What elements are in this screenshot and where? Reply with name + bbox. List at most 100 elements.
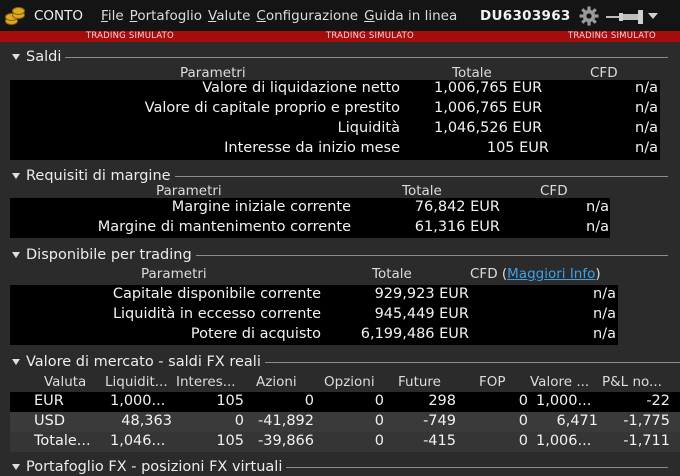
section-disponibile[interactable]: Disponibile per trading	[0, 246, 680, 264]
gear-icon[interactable]	[579, 6, 599, 26]
cell-valuta: USD	[34, 413, 65, 429]
section-title: Disponibile per trading	[26, 247, 192, 263]
cell-liquidita: 1,046...	[110, 433, 166, 449]
col-header-liquidita[interactable]: Liquidit...	[105, 374, 168, 390]
col-header-cfd[interactable]: CFD	[590, 65, 618, 81]
cell-pnl: -1,775	[623, 413, 670, 429]
menu-bar: File Portafoglio Valute Configurazione G…	[101, 8, 463, 24]
menu-configurazione[interactable]: Configurazione	[256, 8, 358, 24]
row-label: Valore di capitale proprio e prestito	[144, 100, 400, 116]
cell-pnl: -1,711	[623, 433, 670, 449]
simulated-trading-bar: TRADING SIMULATO TRADING SIMULATO TRADIN…	[0, 31, 680, 42]
row-label: Potere di acquisto	[190, 326, 321, 342]
row-cfd: n/a	[593, 286, 616, 302]
cell-interessi: 105	[216, 393, 244, 409]
app-title: CONTO	[34, 7, 84, 24]
row-label: Margine di mantenimento corrente	[97, 219, 351, 235]
menu-valute[interactable]: Valute	[208, 8, 250, 24]
row-total: 1,046,526 EUR	[434, 120, 543, 136]
row-total: 105 EUR	[486, 140, 549, 156]
col-header-parametri[interactable]: Parametri	[141, 266, 207, 282]
menu-portafoglio[interactable]: Portafoglio	[130, 8, 202, 24]
collapse-triangle-icon[interactable]	[12, 173, 20, 179]
divider	[286, 466, 668, 468]
cell-interessi: 105	[216, 433, 244, 449]
row-label: Margine iniziale corrente	[171, 199, 351, 215]
collapse-triangle-icon[interactable]	[12, 359, 20, 365]
section-fx[interactable]: Portafoglio FX - posizioni FX virtuali	[0, 458, 680, 476]
row-cfd: n/a	[586, 199, 609, 215]
row-label: Capitale disponibile corrente	[112, 286, 321, 302]
section-title: Saldi	[26, 49, 62, 65]
row-total: 945,449 EUR	[374, 306, 469, 322]
cell-fop: 0	[518, 393, 528, 409]
cell-opzioni: 0	[374, 393, 384, 409]
col-header-totale[interactable]: Totale	[372, 266, 412, 282]
row-label: Interesse da inizio mese	[224, 140, 400, 156]
col-header-parametri[interactable]: Parametri	[156, 183, 222, 199]
col-header-fop[interactable]: FOP	[479, 374, 506, 390]
col-header-totale[interactable]: Totale	[452, 65, 492, 81]
chevron-down-icon[interactable]	[648, 13, 658, 19]
cell-fop: 0	[518, 433, 528, 449]
col-header-interessi[interactable]: Interes...	[176, 374, 236, 390]
cell-azioni: -41,892	[258, 413, 314, 429]
pin-icon[interactable]	[606, 9, 650, 25]
row-cfd: n/a	[593, 326, 616, 342]
col-header-valuta[interactable]: Valuta	[44, 374, 86, 390]
col-header-cfd[interactable]: CFD	[540, 183, 568, 199]
row-total: 61,316 EUR	[414, 219, 500, 235]
col-header-pnl[interactable]: P&L no...	[602, 374, 662, 390]
row-cfd: n/a	[586, 219, 609, 235]
cell-valore: 6,471	[556, 413, 598, 429]
row-label: Liquidità	[337, 120, 400, 136]
col-header-azioni[interactable]: Azioni	[256, 374, 297, 390]
menu-file[interactable]: File	[101, 8, 124, 24]
row-label: Valore di liquidazione netto	[202, 80, 400, 96]
section-margine[interactable]: Requisiti di margine	[0, 167, 680, 185]
cell-valuta: EUR	[34, 393, 64, 409]
cell-opzioni: 0	[374, 433, 384, 449]
section-mercato[interactable]: Valore di mercato - saldi FX reali	[0, 353, 680, 371]
row-total: 6,199,486 EUR	[360, 326, 469, 342]
col-header-future[interactable]: Future	[398, 374, 441, 390]
divider	[195, 254, 668, 256]
row-label: Liquidità in eccesso corrente	[112, 306, 321, 322]
cell-liquidita: 48,363	[121, 413, 172, 429]
collapse-triangle-icon[interactable]	[12, 464, 20, 470]
section-saldi[interactable]: Saldi	[0, 48, 680, 66]
row-cfd: n/a	[635, 120, 658, 136]
sim-label-center: TRADING SIMULATO	[326, 31, 414, 41]
account-id: DU6303963	[480, 8, 571, 24]
cell-pnl: -22	[646, 393, 670, 409]
row-total: 1,006,765 EUR	[434, 80, 543, 96]
divider	[65, 56, 668, 58]
row-cfd: n/a	[635, 140, 658, 156]
row-cfd: n/a	[593, 306, 616, 322]
sim-label-right: TRADING SIMULATO	[568, 31, 656, 41]
cell-fop: 0	[518, 413, 528, 429]
col-header-cfd[interactable]: CFD (Maggiori Info)	[470, 266, 601, 282]
col-header-totale[interactable]: Totale	[402, 183, 442, 199]
maggiori-info-link[interactable]: Maggiori Info	[507, 266, 595, 282]
cell-interessi: 0	[234, 413, 244, 429]
row-total: 1,006,765 EUR	[434, 100, 543, 116]
col-header-opzioni[interactable]: Opzioni	[324, 374, 375, 390]
coins-icon	[3, 4, 27, 28]
collapse-triangle-icon[interactable]	[12, 54, 20, 60]
menu-guida[interactable]: Guida in linea	[364, 8, 457, 24]
divider	[264, 361, 680, 363]
cell-valore: 1,006...	[536, 433, 592, 449]
divider	[174, 175, 668, 177]
row-cfd: n/a	[635, 100, 658, 116]
cell-valuta: Totale...	[34, 433, 91, 449]
col-header-parametri[interactable]: Parametri	[180, 65, 246, 81]
section-title: Portafoglio FX - posizioni FX virtuali	[26, 459, 283, 475]
cell-future: 298	[428, 393, 456, 409]
section-title: Valore di mercato - saldi FX reali	[26, 354, 261, 370]
cell-future: -749	[423, 413, 456, 429]
cell-opzioni: 0	[374, 413, 384, 429]
sim-label-left: TRADING SIMULATO	[86, 31, 174, 41]
col-header-valore[interactable]: Valore ...	[530, 374, 589, 390]
collapse-triangle-icon[interactable]	[12, 252, 20, 258]
